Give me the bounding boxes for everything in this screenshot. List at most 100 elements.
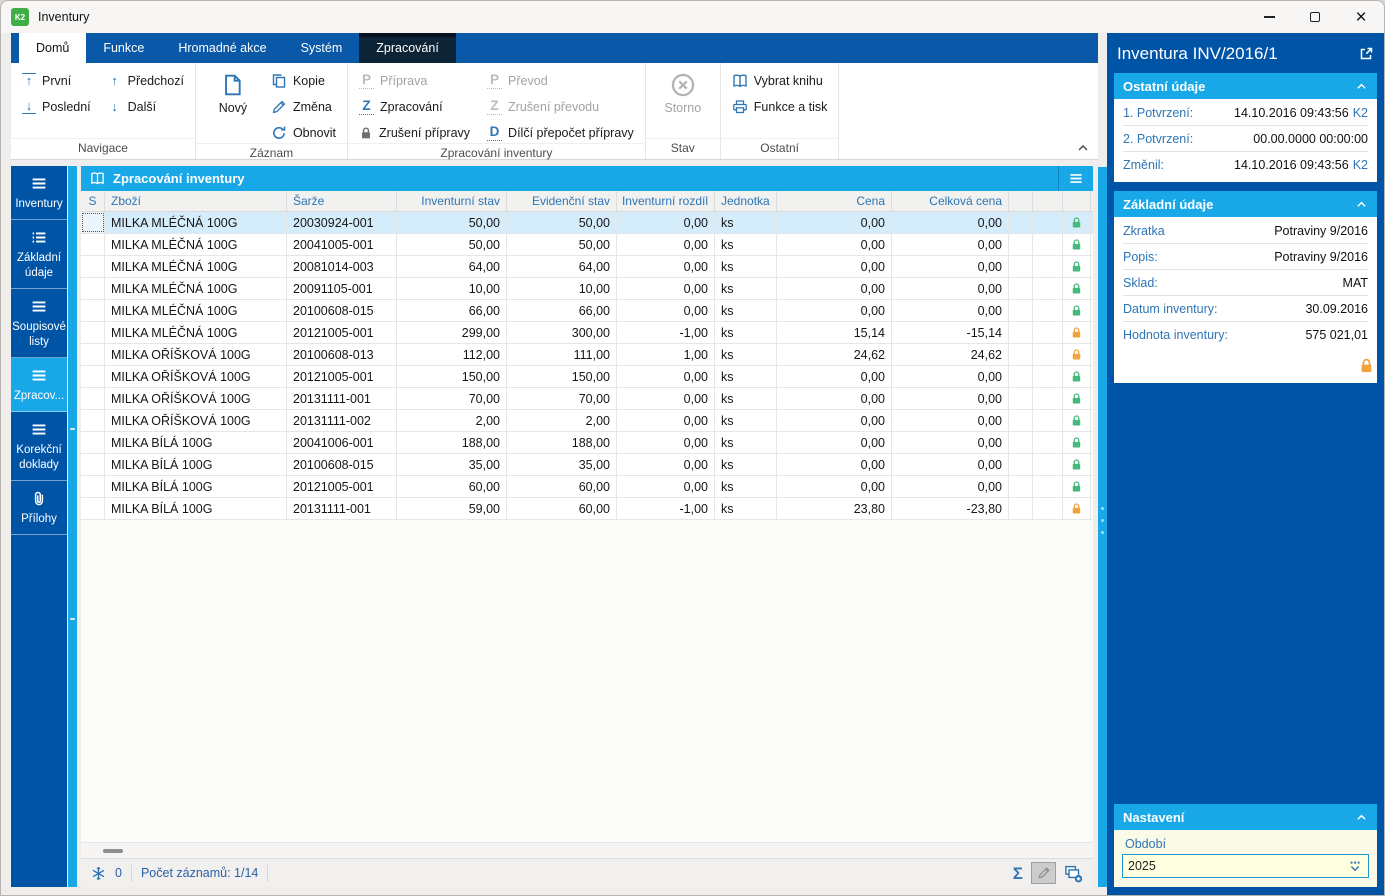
detail-row-label: Popis: xyxy=(1123,250,1158,264)
ribbon: ↑ První ↓ Poslední ↑ Předchozí xyxy=(11,63,1098,160)
cell-filler xyxy=(1091,454,1093,475)
table-row[interactable]: MILKA MLÉČNÁ 100G20121005-001299,00300,0… xyxy=(81,322,1093,344)
dropdown-icon[interactable] xyxy=(1347,859,1363,874)
section-header[interactable]: Ostatní údaje xyxy=(1114,73,1377,99)
vybrat-knihu-button[interactable]: Vybrat knihu xyxy=(732,70,828,91)
table-row[interactable]: MILKA MLÉČNÁ 100G20091105-00110,0010,000… xyxy=(81,278,1093,300)
horizontal-scrollbar[interactable] xyxy=(81,842,1093,858)
table-row[interactable]: MILKA OŘÍŠKOVÁ 100G20131111-0022,002,000… xyxy=(81,410,1093,432)
menu-icon xyxy=(28,421,50,438)
column-header[interactable]: Evidenční stav xyxy=(507,191,617,211)
sidebar-item-přílohy[interactable]: Přílohy xyxy=(11,481,67,535)
table-row[interactable]: MILKA MLÉČNÁ 100G20041005-00150,0050,000… xyxy=(81,234,1093,256)
column-header[interactable]: Inventurní rozdíl xyxy=(617,191,715,211)
close-button[interactable]: × xyxy=(1338,1,1384,33)
ribbon-collapse-button[interactable] xyxy=(1076,141,1090,155)
table-row[interactable]: MILKA BÍLÁ 100G20131111-00159,0060,00-1,… xyxy=(81,498,1093,520)
tab-hromadné-akce[interactable]: Hromadné akce xyxy=(161,33,283,63)
popout-button[interactable] xyxy=(1358,46,1374,62)
cell: 70,00 xyxy=(397,388,507,409)
sidebar-item-soupisové-listy[interactable]: Soupisové listy xyxy=(11,289,67,358)
maximize-button[interactable] xyxy=(1292,1,1338,33)
right-splitter[interactable] xyxy=(1098,167,1107,887)
sidebar-item-inventury[interactable]: Inventury xyxy=(11,166,67,220)
cell xyxy=(1009,366,1033,387)
column-header[interactable]: Cena xyxy=(777,191,892,211)
column-header[interactable] xyxy=(1009,191,1033,211)
column-header[interactable] xyxy=(1063,191,1091,211)
column-header[interactable]: Celková cena xyxy=(892,191,1009,211)
column-header[interactable]: Jednotka xyxy=(715,191,777,211)
zruseni-pripravy-button[interactable]: Zrušení přípravy xyxy=(359,122,470,143)
tab-funkce[interactable]: Funkce xyxy=(86,33,161,63)
grid-titlebar: Zpracování inventury xyxy=(81,166,1093,191)
column-header[interactable]: Inventurní stav xyxy=(397,191,507,211)
first-button[interactable]: ↑ První xyxy=(22,70,91,91)
table-row[interactable]: MILKA BÍLÁ 100G20041006-001188,00188,000… xyxy=(81,432,1093,454)
storno-button: Storno xyxy=(657,70,709,115)
scrollbar-thumb[interactable] xyxy=(103,849,123,853)
section-header[interactable]: Nastavení xyxy=(1114,804,1377,830)
detail-row-suffix: K2 xyxy=(1353,106,1368,120)
grid-menu-button[interactable] xyxy=(1058,166,1093,191)
section-header[interactable]: Základní údaje xyxy=(1114,191,1377,217)
change-button[interactable]: Změna xyxy=(271,96,336,117)
splitter-handle xyxy=(70,428,75,430)
sum-button[interactable]: Σ xyxy=(1013,865,1023,882)
cell: ks xyxy=(715,256,777,277)
column-header[interactable] xyxy=(1033,191,1063,211)
copy-button[interactable]: Kopie xyxy=(271,70,336,91)
column-header[interactable]: Zboží xyxy=(105,191,287,211)
sidebar-item-zpracov[interactable]: Zpracov... xyxy=(11,358,67,412)
status-cell xyxy=(81,322,105,343)
tab-domů[interactable]: Domů xyxy=(19,33,86,63)
cell: 20081014-003 xyxy=(287,256,397,277)
column-header[interactable]: S xyxy=(81,191,105,211)
collapse-icon[interactable] xyxy=(1355,811,1368,824)
left-splitter[interactable] xyxy=(68,166,77,887)
table-row[interactable]: MILKA BÍLÁ 100G20100608-01535,0035,000,0… xyxy=(81,454,1093,476)
copy-add-button[interactable] xyxy=(1064,864,1083,883)
previous-button[interactable]: ↑ Předchozí xyxy=(108,70,184,91)
minimize-button[interactable] xyxy=(1246,1,1292,33)
sidebar-item-korekční-doklady[interactable]: Korekční doklady xyxy=(11,412,67,481)
cell-filler xyxy=(1091,410,1093,431)
table-row[interactable]: MILKA OŘÍŠKOVÁ 100G20131111-00170,0070,0… xyxy=(81,388,1093,410)
sidebar-item-label: Základní údaje xyxy=(13,251,65,280)
menu-icon xyxy=(28,298,50,315)
refresh-button[interactable]: Obnovit xyxy=(271,122,336,143)
tab-systém[interactable]: Systém xyxy=(284,33,360,63)
refresh-icon xyxy=(271,125,287,141)
funkce-a-tisk-button[interactable]: Funkce a tisk xyxy=(732,96,828,117)
lock-icon xyxy=(1070,436,1083,449)
cell: ks xyxy=(715,498,777,519)
tab-zpracování[interactable]: Zpracování xyxy=(359,33,456,63)
list-icon xyxy=(28,229,50,246)
cell: ks xyxy=(715,234,777,255)
collapse-icon[interactable] xyxy=(1355,80,1368,93)
last-button[interactable]: ↓ Poslední xyxy=(22,96,91,117)
table-row[interactable]: MILKA BÍLÁ 100G20121005-00160,0060,000,0… xyxy=(81,476,1093,498)
status-cell xyxy=(81,300,105,321)
new-button[interactable]: Nový xyxy=(207,70,259,115)
period-input[interactable] xyxy=(1128,859,1347,873)
collapse-icon[interactable] xyxy=(1355,198,1368,211)
workspace: InventuryZákladní údajeSoupisové listyZp… xyxy=(11,160,1098,895)
detail-row: 2. Potvrzení:00.00.0000 00:00:00 xyxy=(1123,126,1368,152)
next-button[interactable]: ↓ Další xyxy=(108,96,184,117)
table-row[interactable]: MILKA OŘÍŠKOVÁ 100G20100608-013112,00111… xyxy=(81,344,1093,366)
column-header[interactable]: Šarže xyxy=(287,191,397,211)
table-row[interactable]: MILKA MLÉČNÁ 100G20100608-01566,0066,000… xyxy=(81,300,1093,322)
sidebar-item-label: Inventury xyxy=(15,197,62,211)
dilci-prepocet-button[interactable]: D Dílčí přepočet přípravy xyxy=(487,122,634,143)
cell-filler xyxy=(1091,212,1093,233)
table-row[interactable]: MILKA MLÉČNÁ 100G20030924-00150,0050,000… xyxy=(81,212,1093,234)
zpracovani-button[interactable]: Z Zpracování xyxy=(359,96,470,117)
table-row[interactable]: MILKA OŘÍŠKOVÁ 100G20121005-001150,00150… xyxy=(81,366,1093,388)
sidebar-item-základní-údaje[interactable]: Základní údaje xyxy=(11,220,67,289)
section-body: 1. Potvrzení:14.10.2016 09:43:56K22. Pot… xyxy=(1114,99,1377,182)
table-row[interactable]: MILKA MLÉČNÁ 100G20081014-00364,0064,000… xyxy=(81,256,1093,278)
cell xyxy=(1033,366,1063,387)
cell xyxy=(1063,256,1091,277)
cell: 0,00 xyxy=(617,432,715,453)
